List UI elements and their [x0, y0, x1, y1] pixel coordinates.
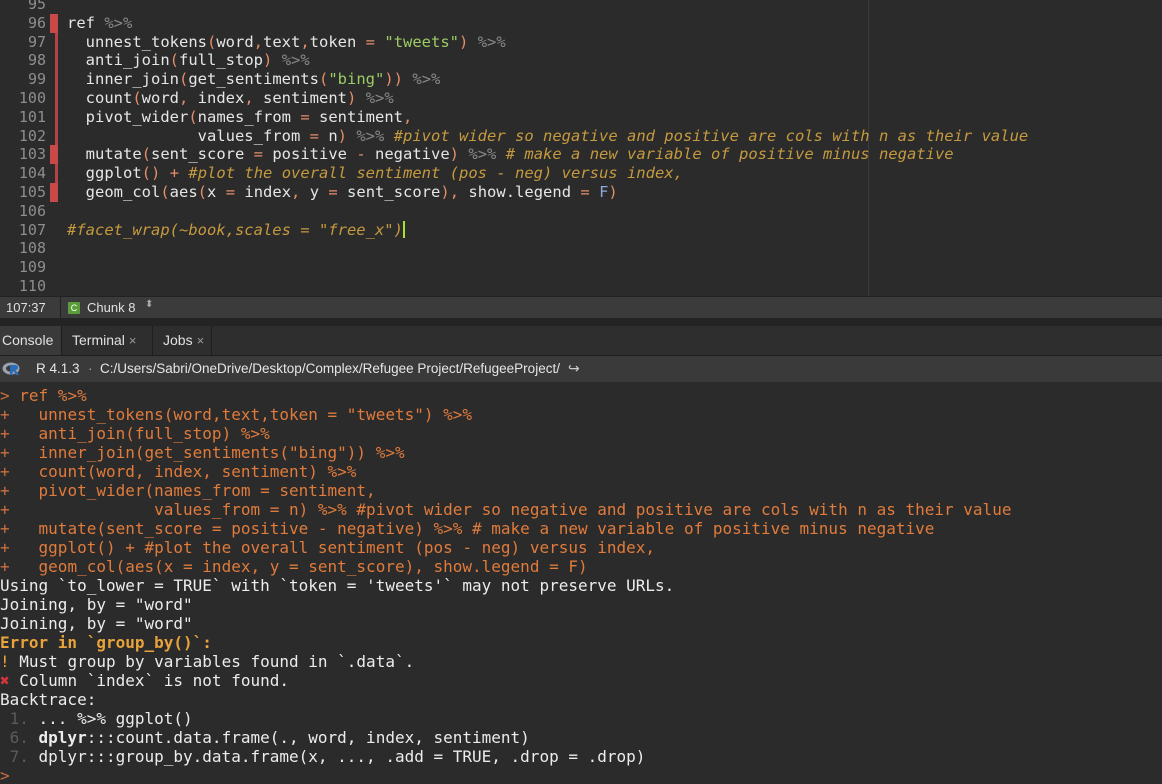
status-divider [60, 297, 61, 319]
code-text: geom_col(aes(x = index, y = sent_score),… [67, 183, 618, 201]
line-number: 104 [18, 164, 46, 183]
console-echo-line: + inner_join(get_sentiments("bing")) %>% [0, 443, 405, 462]
line-number: 95 [27, 0, 46, 13]
tab-label: Terminal [72, 332, 125, 348]
close-icon[interactable]: × [197, 333, 205, 348]
code-text: unnest_tokens(word,text,token = "tweets"… [67, 32, 506, 51]
line-number: 99 [27, 70, 46, 89]
cursor-position: 107:37 [6, 300, 46, 315]
line-number: 103 [18, 145, 46, 164]
console-message: Joining, by = "word" [0, 595, 193, 614]
text-cursor [402, 220, 405, 238]
changed-line-marker [50, 183, 58, 202]
editor-line[interactable]: 104 ggplot() + #plot the overall sentime… [0, 164, 1162, 184]
r-logo-icon [2, 362, 20, 375]
changed-line-marker [50, 13, 58, 33]
line-number: 97 [27, 32, 46, 51]
console-backtrace-label: Backtrace: [0, 690, 97, 709]
changed-line-marker [55, 126, 58, 146]
changed-line-marker [55, 89, 58, 108]
console-error-line: ✖ Column `index` is not found. [0, 671, 289, 690]
code-text: ref %>% [67, 13, 133, 32]
tab-terminal[interactable]: Terminal × [62, 326, 153, 355]
updown-arrows-icon[interactable]: ⬍ [145, 299, 153, 310]
line-number: 109 [18, 258, 46, 277]
tab-label: Jobs [163, 332, 193, 348]
code-text: anti_join(full_stop) %>% [67, 51, 310, 70]
editor-line[interactable]: 101 pivot_wider(names_from = sentiment, [0, 107, 1162, 127]
console-echo-line: + ggplot() + #plot the overall sentiment… [0, 538, 656, 557]
editor-line[interactable]: 105 geom_col(aes(x = index, y = sent_sco… [0, 183, 1162, 202]
code-text: pivot_wider(names_from = sentiment, [67, 107, 413, 126]
console-message: Using `to_lower = TRUE` with `token = 't… [0, 576, 675, 595]
line-number: 98 [27, 51, 46, 70]
editor-line[interactable]: 95 [0, 0, 1162, 14]
console-tabbar: Console Terminal × Jobs × [0, 326, 1162, 356]
console-error-line: ! Must group by variables found in `.dat… [0, 652, 415, 671]
changed-line-marker [55, 70, 58, 90]
line-number: 96 [27, 13, 46, 32]
line-number: 101 [18, 107, 46, 126]
r-version: R 4.1.3 [36, 361, 80, 376]
tab-jobs[interactable]: Jobs × [153, 326, 212, 355]
code-text: count(word, index, sentiment) %>% [67, 89, 394, 107]
editor-line[interactable]: 99 inner_join(get_sentiments("bing")) %>… [0, 70, 1162, 90]
line-number: 105 [18, 183, 46, 201]
tab-console[interactable]: Console [0, 326, 62, 355]
changed-line-marker [50, 145, 58, 165]
editor-line[interactable]: 102 values_from = n) %>% #pivot wider so… [0, 126, 1162, 146]
source-editor[interactable]: 95 96 ref %>% 97 unnest_tokens(word,text,to… [0, 0, 1162, 296]
changed-line-marker [55, 51, 58, 71]
line-number: 102 [18, 126, 46, 145]
code-text: mutate(sent_score = positive - negative)… [67, 145, 954, 164]
console-header: R 4.1.3 · C:/Users/Sabri/OneDrive/Deskto… [0, 356, 1162, 382]
changed-line-marker [55, 164, 58, 184]
line-number: 107 [18, 220, 46, 239]
editor-line[interactable]: 103 mutate(sent_score = positive - negat… [0, 145, 1162, 165]
code-text: inner_join(get_sentiments("bing")) %>% [67, 70, 441, 89]
console-echo-line: + geom_col(aes(x = index, y = sent_score… [0, 557, 588, 576]
code-text: ggplot() + #plot the overall sentiment (… [67, 164, 683, 183]
editor-line[interactable]: 98 anti_join(full_stop) %>% [0, 51, 1162, 71]
editor-line[interactable]: 100 count(word, index, sentiment) %>% [0, 89, 1162, 108]
console-echo-line: + unnest_tokens(word,text,token = "tweet… [0, 405, 473, 424]
editor-line[interactable]: 110 [0, 277, 1162, 296]
editor-line[interactable]: 96 ref %>% [0, 13, 1162, 33]
line-number: 110 [18, 277, 46, 295]
chunk-selector[interactable]: Chunk 8 [87, 300, 135, 315]
console-echo-line: + anti_join(full_stop) %>% [0, 424, 270, 443]
console-echo-line: + pivot_wider(names_from = sentiment, [0, 481, 376, 500]
editor-line[interactable]: 108 [0, 239, 1162, 258]
editor-line[interactable]: 97 unnest_tokens(word,text,token = "twee… [0, 32, 1162, 52]
console-echo-line: + values_from = n) %>% #pivot wider so n… [0, 500, 1012, 519]
editor-line[interactable]: 106 [0, 202, 1162, 221]
console-output[interactable]: > ref %>% + unnest_tokens(word,text,token… [0, 382, 1162, 784]
console-echo-line: + count(word, index, sentiment) %>% [0, 462, 357, 481]
working-directory: C:/Users/Sabri/OneDrive/Desktop/Complex/… [100, 361, 560, 376]
console-echo-line: + mutate(sent_score = positive - negativ… [0, 519, 935, 538]
console-message: Joining, by = "word" [0, 614, 193, 633]
console-backtrace-line: 1. ... %>% ggplot() [0, 709, 193, 728]
console-backtrace-line: 6. dplyr:::count.data.frame(., word, ind… [0, 728, 530, 747]
changed-line-marker [55, 107, 58, 127]
line-number: 106 [18, 201, 46, 220]
separator: · [88, 361, 93, 376]
chunk-icon: C [68, 302, 80, 314]
editor-status-bar: 107:37 C Chunk 8 ⬍ [0, 296, 1162, 319]
console-backtrace-line: 7. dplyr:::group_by.data.frame(x, ..., .… [0, 747, 646, 766]
console-error-head: Error in `group_by()`: [0, 633, 212, 652]
line-number: 108 [18, 239, 46, 258]
editor-line[interactable]: 107 #facet_wrap(~book,scales = "free_x") [0, 220, 1162, 240]
tab-label: Console [2, 332, 54, 348]
pane-splitter[interactable] [0, 318, 1162, 326]
line-number: 100 [18, 89, 46, 107]
changed-line-marker [55, 32, 58, 52]
close-icon[interactable]: × [129, 333, 137, 348]
console-echo-line: > ref %>% [0, 386, 87, 405]
code-text: #facet_wrap(~book,scales = "free_x") [67, 220, 405, 239]
console-prompt: > [0, 766, 10, 784]
code-text: values_from = n) %>% #pivot wider so neg… [67, 126, 1029, 145]
go-to-directory-icon[interactable]: ↪ [568, 360, 580, 377]
editor-line[interactable]: 109 [0, 258, 1162, 277]
